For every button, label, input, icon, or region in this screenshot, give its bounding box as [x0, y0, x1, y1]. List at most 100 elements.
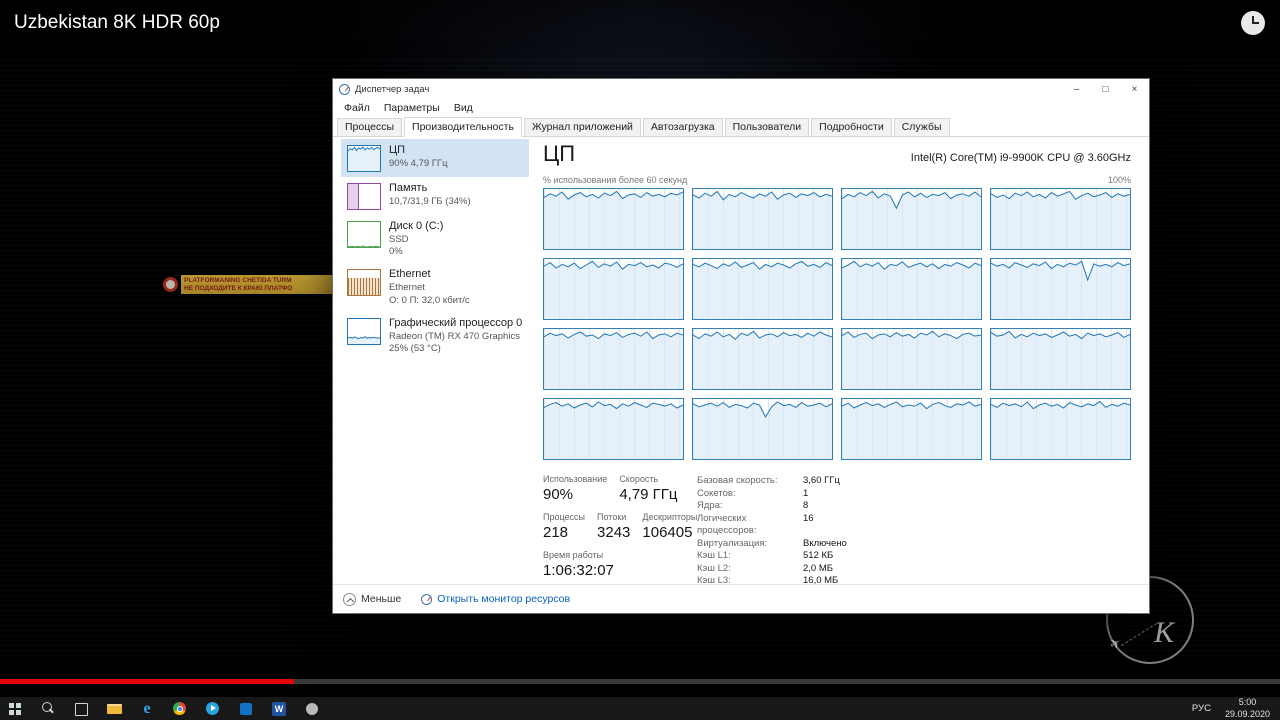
cpu-heading: ЦП	[543, 141, 576, 166]
stat-value: 218	[543, 524, 569, 541]
taskbar-icon-edge[interactable]: e	[135, 697, 159, 720]
sidebar-item-4[interactable]: Графический процессор 0 Radeon (TM) RX 47…	[341, 312, 529, 360]
task-manager-app-icon	[339, 83, 350, 95]
detail-value: 2,0 МБ	[803, 562, 833, 574]
stat-label: Скорость	[619, 474, 659, 484]
stat-label: Использование	[543, 474, 608, 484]
close-button[interactable]: ×	[1120, 79, 1149, 99]
detail-value: 16	[803, 512, 814, 524]
tab-6[interactable]: Службы	[893, 118, 950, 137]
graph-caption-row: % использования более 60 секунд 100%	[543, 175, 1131, 185]
system-clock[interactable]: 5:00 29.09.2020	[1225, 697, 1270, 720]
core-graph-7	[990, 258, 1131, 320]
sidebar-item-name: ЦП	[389, 144, 406, 156]
tab-4[interactable]: Пользователи	[724, 118, 810, 137]
sidebar-item-3[interactable]: Ethernet Ethernet О: 0 П: 32,0 кбит/с	[341, 263, 529, 311]
taskbar-icon-file-explorer[interactable]	[102, 697, 126, 720]
core-graph-5	[692, 258, 833, 320]
sidebar-item-name: Память	[389, 182, 428, 194]
detail-row: Логических процессоров: 16	[697, 513, 1131, 538]
stat-block: Время работы 1:06:32:07	[543, 550, 614, 579]
fewer-details-button[interactable]: Меньше	[343, 592, 402, 606]
sidebar-item-detail: Ethernet	[389, 282, 425, 294]
core-graph-1	[692, 188, 833, 250]
detail-value: Включено	[803, 537, 847, 549]
cpu-stats-row: Использование 90% Скорость 4,79 ГГц Процессы…	[543, 474, 1131, 584]
maximize-button[interactable]: □	[1091, 79, 1120, 99]
stat-block: Скорость 4,79 ГГц	[619, 474, 677, 503]
taskbar-icon-task-view[interactable]	[69, 697, 93, 720]
cpu-stats: Использование 90% Скорость 4,79 ГГц Процессы…	[543, 474, 697, 584]
graph-scale-label: 100%	[1107, 175, 1131, 185]
stat-value: 106405	[642, 524, 693, 541]
taskbar-icon-vscode[interactable]	[234, 697, 258, 720]
video-progress-played	[0, 679, 295, 684]
sidebar-item-detail: SSD	[389, 233, 409, 245]
screen: PLATFORMANING CHETIDA TURM НЕ ПОДХОДИТЕ …	[0, 0, 1280, 720]
stat-block: Использование 90%	[543, 474, 607, 503]
cpu-panel: ЦП Intel(R) Core(TM) i9-9900K CPU @ 3.60…	[529, 139, 1149, 584]
detail-value: 512 КБ	[803, 550, 834, 561]
menu-item-1[interactable]: Параметры	[377, 102, 447, 114]
video-progress-bar[interactable]	[0, 679, 1280, 684]
sidebar-item-detail: 90% 4,79 ГГц	[389, 157, 448, 169]
tab-2[interactable]: Журнал приложений	[523, 118, 641, 137]
detail-label: Базовая скорость:	[697, 475, 778, 486]
taskbar-icon-start[interactable]	[3, 697, 27, 720]
core-graph-12	[543, 398, 684, 460]
menu-item-2[interactable]: Вид	[447, 102, 480, 114]
core-graph-2	[841, 188, 982, 250]
menu-bar: Файл Параметры Вид	[333, 99, 1149, 116]
open-resource-monitor-link[interactable]: Открыть монитор ресурсов	[421, 593, 570, 605]
disk-thumbnail-icon	[347, 221, 381, 248]
taskbar-icon-search[interactable]	[36, 697, 60, 720]
system-time: 5:00	[1238, 697, 1257, 708]
sidebar-item-detail: 0%	[389, 246, 403, 258]
perf-sidebar: ЦП 90% 4,79 ГГц Память 10,7/31,9 ГБ (34%) Ди…	[341, 139, 529, 584]
stat-value: 4,79 ГГц	[619, 486, 678, 503]
chevron-up-icon	[343, 592, 356, 606]
title-bar[interactable]: Диспетчер задач – □ ×	[333, 79, 1149, 99]
sidebar-item-2[interactable]: Диск 0 (C:) SSD 0%	[341, 215, 529, 263]
core-graph-4	[543, 258, 684, 320]
detail-label: Сокетов:	[697, 487, 736, 499]
tab-3[interactable]: Автозагрузка	[642, 118, 723, 137]
stat-label: Процессы	[543, 512, 586, 522]
resource-monitor-label: Открыть монитор ресурсов	[437, 593, 571, 605]
ethernet-thumbnail-icon	[347, 269, 381, 297]
minimize-button[interactable]: –	[1062, 79, 1091, 99]
watch-later-clock-icon[interactable]	[1241, 11, 1265, 35]
taskbar-icon-app[interactable]	[300, 697, 324, 720]
detail-value: 3,60 ГГц	[803, 475, 840, 486]
memory-thumbnail-icon	[347, 183, 381, 210]
cpu-thumbnail-icon	[347, 145, 381, 172]
stat-value: 90%	[543, 486, 574, 503]
sidebar-item-detail: 25% (53 °C)	[389, 342, 441, 354]
performance-body: ЦП 90% 4,79 ГГц Память 10,7/31,9 ГБ (34%) Ди…	[333, 137, 1149, 584]
cpu-core-graphs[interactable]	[543, 188, 1131, 460]
taskbar-icon-telegram[interactable]	[201, 697, 225, 720]
cpu-model: Intel(R) Core(TM) i9-9900K CPU @ 3.60GHz	[910, 152, 1131, 164]
taskbar-icon-word[interactable]: W	[267, 697, 291, 720]
tab-0[interactable]: Процессы	[337, 118, 403, 137]
gpu-thumbnail-icon	[347, 317, 381, 345]
detail-row: Ядра: 8	[697, 500, 1131, 513]
tab-1[interactable]: Производительность	[404, 117, 522, 137]
menu-item-0[interactable]: Файл	[337, 102, 377, 114]
detail-label: Кэш L1:	[697, 550, 731, 561]
watermark-trail	[1120, 622, 1158, 647]
language-indicator[interactable]: РУС	[1192, 703, 1211, 714]
detail-row: Кэш L2: 2,0 МБ	[697, 563, 1131, 576]
detail-row: Кэш L3: 16,0 МБ	[697, 575, 1131, 584]
taskbar-icon-chrome[interactable]	[168, 697, 192, 720]
window-footer: Меньше Открыть монитор ресурсов	[333, 584, 1149, 613]
sidebar-item-1[interactable]: Память 10,7/31,9 ГБ (34%)	[341, 177, 529, 215]
detail-label: Кэш L2:	[697, 562, 731, 574]
tab-5[interactable]: Подробности	[811, 118, 892, 137]
sidebar-item-0[interactable]: ЦП 90% 4,79 ГГц	[341, 139, 529, 177]
sidebar-item-detail: 10,7/31,9 ГБ (34%)	[389, 195, 471, 207]
fewer-details-label: Меньше	[361, 593, 402, 605]
detail-label: Кэш L3:	[697, 575, 731, 584]
warning-roundel-icon	[163, 277, 178, 292]
stat-label: Дескрипторы	[642, 512, 698, 522]
